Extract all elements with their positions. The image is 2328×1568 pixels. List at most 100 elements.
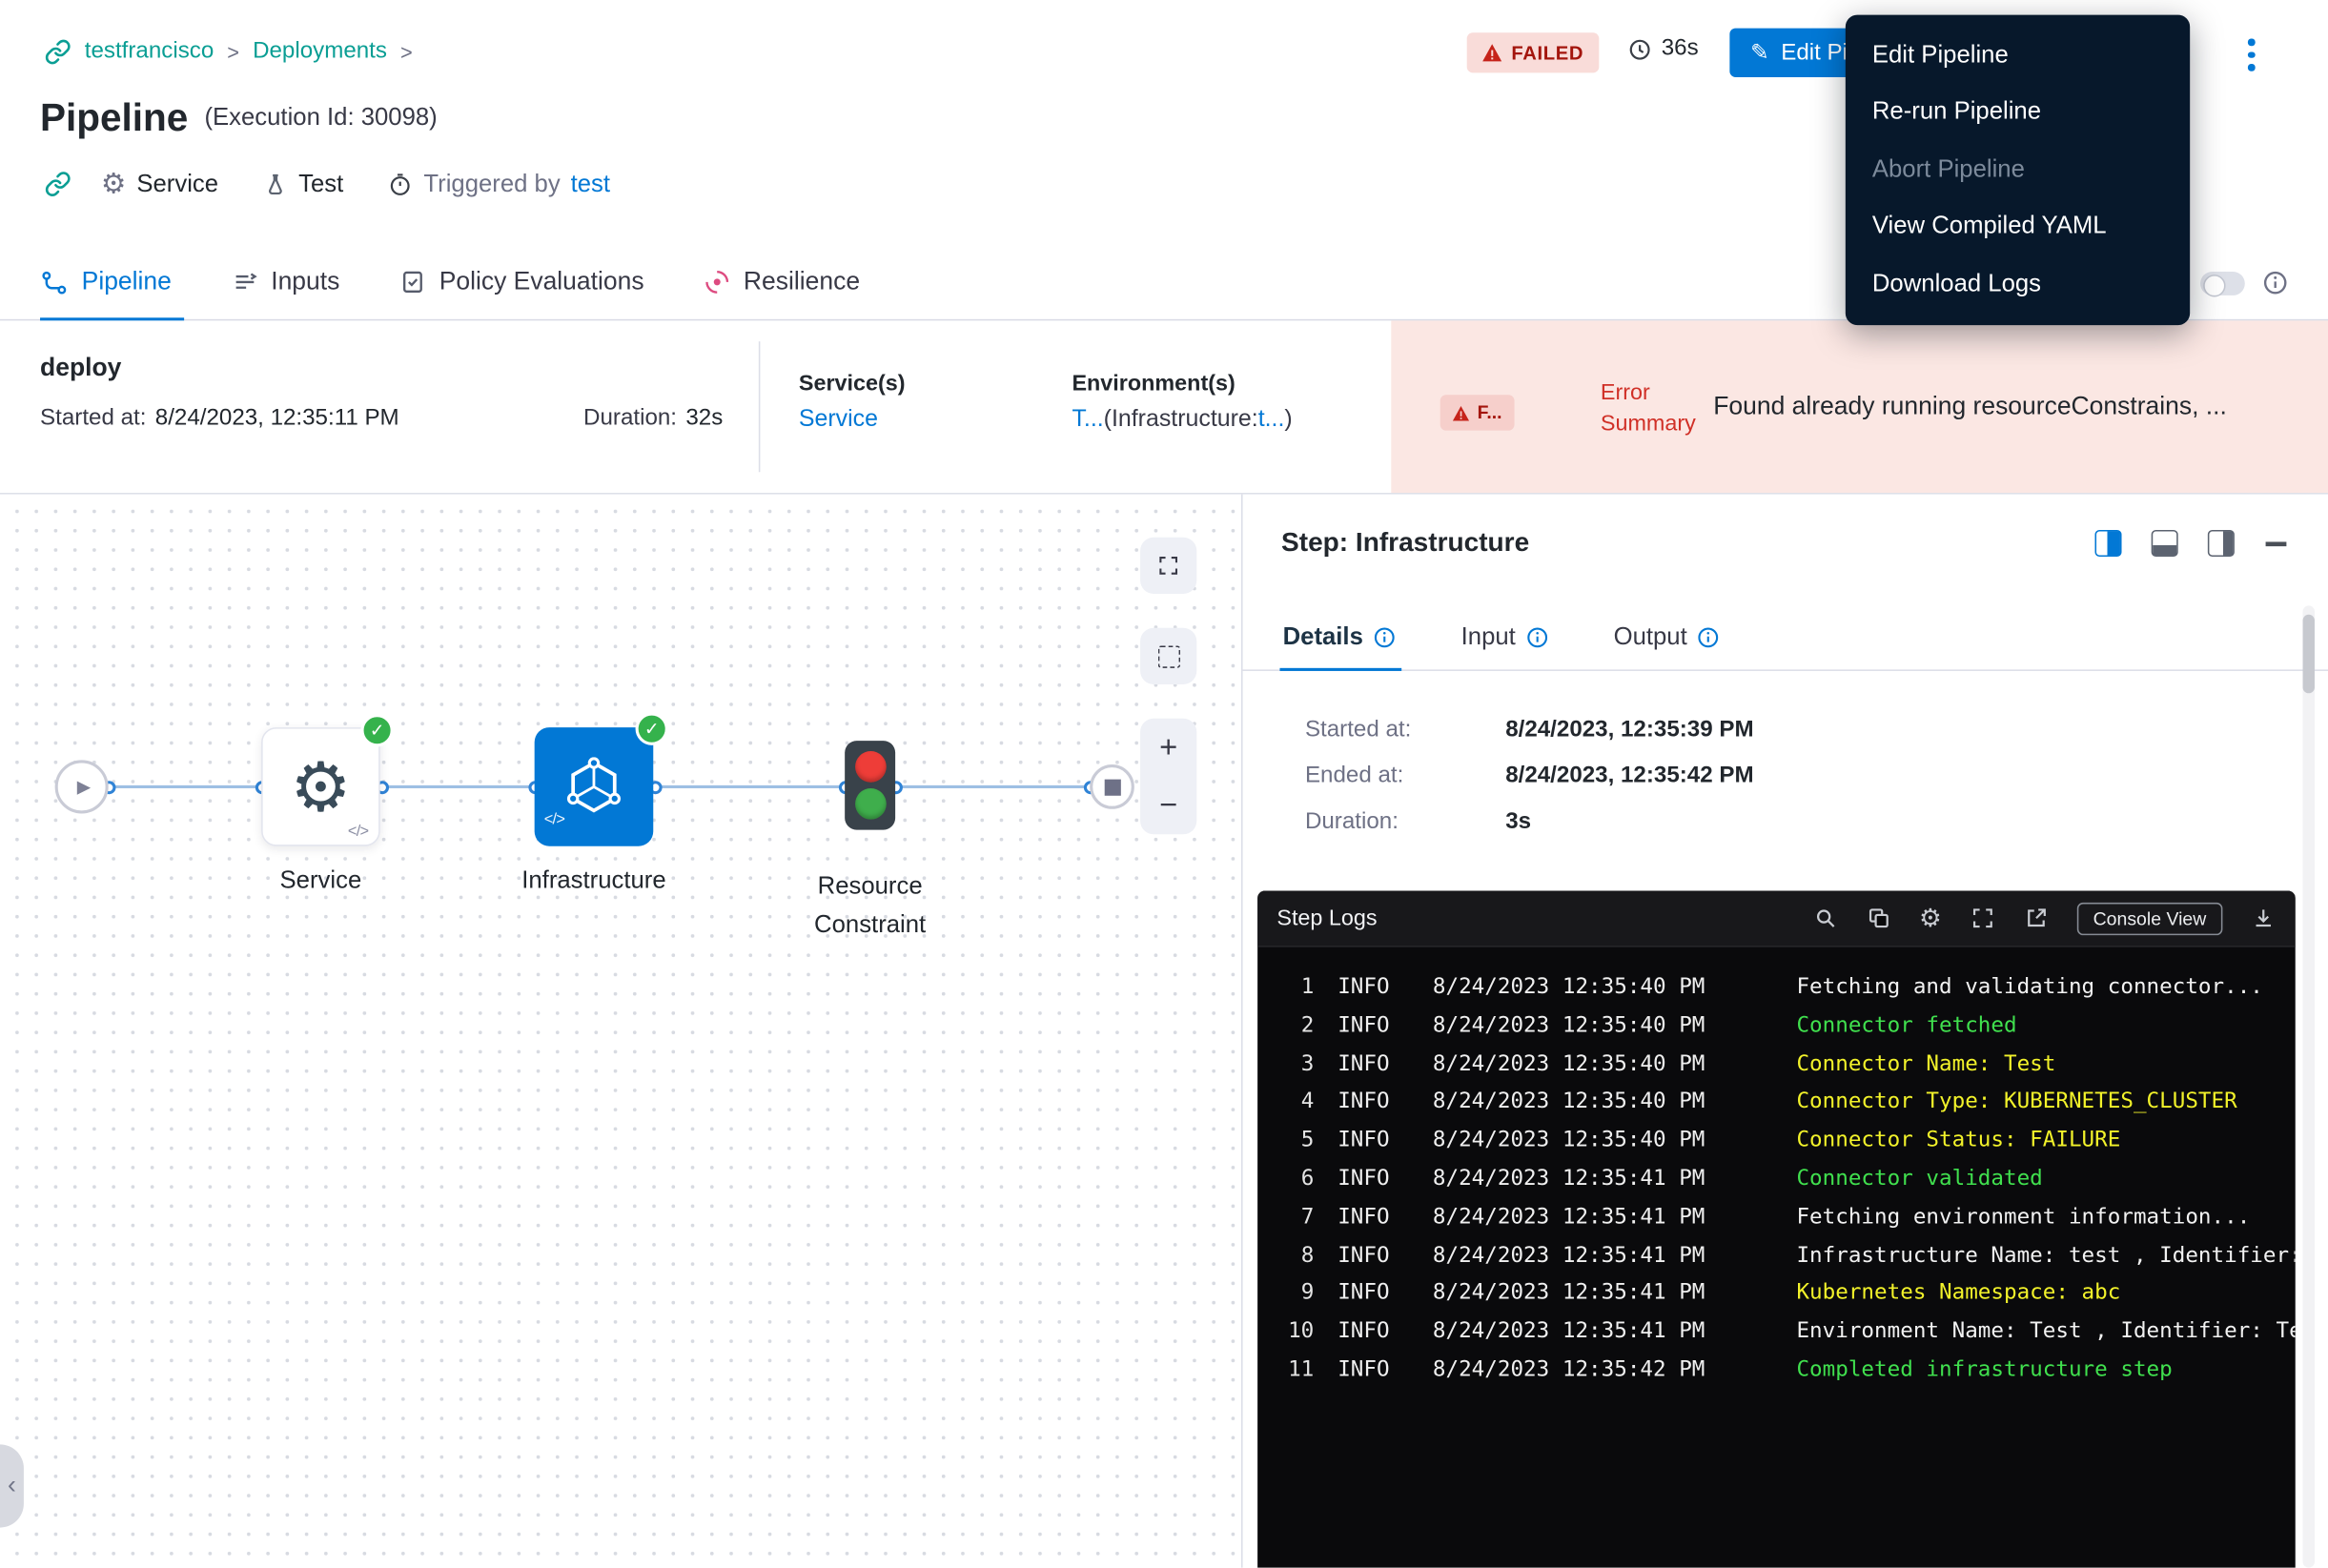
menu-item-rerun-pipeline[interactable]: Re-run Pipeline	[1846, 84, 2190, 141]
error-status-badge-label: F...	[1478, 402, 1502, 423]
service-step-icon	[290, 746, 351, 826]
log-line: 1INFO8/24/2023 12:35:40 PMFetching and v…	[1276, 969, 2295, 1008]
page-title: Pipeline	[40, 95, 188, 141]
test-label: Test	[298, 170, 343, 198]
info-icon[interactable]	[1374, 626, 1396, 648]
breadcrumb: testfrancisco > Deployments >	[45, 32, 413, 71]
context-menu: Edit Pipeline Re-run Pipeline Abort Pipe…	[1846, 15, 2190, 325]
canvas-marquee-select-button[interactable]	[1140, 628, 1196, 684]
page: testfrancisco > Deployments > FAILED 36s…	[0, 0, 2328, 1568]
infrastructure-link[interactable]: t...	[1258, 407, 1285, 432]
environments-column: Environment(s) T...(Infrastructure:t...)	[1072, 371, 1292, 433]
test-connector-icon	[263, 172, 288, 196]
pipeline-meta-row: Service Test Triggered by test	[45, 165, 610, 203]
clock-icon	[1627, 36, 1652, 61]
infrastructure-step-icon	[564, 757, 623, 816]
pipeline-tab-icon	[40, 268, 69, 296]
tab-pipeline-label: Pipeline	[82, 267, 172, 296]
console-view-button[interactable]: Console View	[2076, 902, 2222, 934]
breadcrumb-deployments-link[interactable]: Deployments	[253, 38, 387, 65]
step-logs-panel: Step Logs Console View 1I	[1257, 890, 2296, 1567]
info-icon[interactable]	[2262, 270, 2287, 295]
node-resource-constraint[interactable]	[845, 741, 895, 829]
info-icon[interactable]	[1698, 626, 1720, 648]
tab-output-label: Output	[1614, 623, 1687, 652]
more-options-menu-button[interactable]	[2239, 34, 2264, 75]
success-check-icon	[636, 713, 668, 745]
edge-connector	[655, 785, 845, 788]
copy-icon[interactable]	[1866, 906, 1890, 930]
trigger-timer-icon	[388, 172, 413, 196]
status-badge: FAILED	[1467, 32, 1599, 72]
triggered-by-value[interactable]: test	[571, 170, 610, 198]
status-badge-label: FAILED	[1511, 42, 1583, 64]
download-logs-icon[interactable]	[2251, 906, 2276, 930]
elapsed-time: 36s	[1627, 35, 1699, 62]
edit-pipeline-button-label: Edit Pi	[1781, 39, 1848, 66]
step-panel-title: Step: Infrastructure	[1281, 527, 1529, 559]
zoom-out-button[interactable]: −	[1140, 777, 1196, 835]
execution-id: (Execution Id: 30098)	[204, 104, 437, 132]
tab-inputs[interactable]: Inputs	[201, 245, 369, 319]
tab-policy-evaluations[interactable]: Policy Evaluations	[370, 245, 674, 319]
edge-connector	[895, 785, 1090, 788]
policy-evaluations-tab-icon	[399, 269, 426, 295]
resilience-tab-icon	[704, 269, 730, 295]
error-status-badge: F...	[1440, 395, 1514, 430]
tab-details[interactable]: Details	[1283, 605, 1397, 669]
info-icon[interactable]	[1526, 626, 1548, 648]
service-label: Service	[136, 170, 218, 198]
step-detail-panel: Step: Infrastructure Details Input Outpu…	[1241, 495, 2328, 1568]
tab-resilience-label: Resilience	[744, 267, 860, 296]
code-tag: </>	[544, 810, 576, 842]
tab-pipeline[interactable]: Pipeline	[40, 245, 201, 319]
layout-right-icon[interactable]	[2208, 530, 2235, 557]
menu-item-view-compiled-yaml[interactable]: View Compiled YAML	[1846, 198, 2190, 255]
gear-icon	[101, 168, 127, 200]
zoom-in-button[interactable]: +	[1140, 719, 1196, 777]
log-line: 10INFO8/24/2023 12:35:41 PMEnvironment N…	[1276, 1314, 2295, 1353]
harness-link-icon	[45, 38, 71, 65]
tab-input[interactable]: Input	[1461, 605, 1548, 669]
step-panel-tabs: Details Input Output	[1243, 605, 2328, 671]
pipeline-graph-canvas: </> Service </> Infrastructure Resource …	[0, 495, 1241, 1568]
error-summary-label: Error Summary	[1601, 377, 1713, 439]
services-label: Service(s)	[799, 371, 906, 396]
success-check-icon	[360, 714, 393, 746]
node-infrastructure[interactable]: </>	[535, 727, 654, 846]
step-logs-header: Step Logs Console View	[1257, 890, 2296, 947]
node-service[interactable]: </>	[261, 727, 380, 846]
open-external-icon[interactable]	[2023, 906, 2048, 930]
layout-bottom-icon[interactable]	[2152, 530, 2178, 557]
layout-split-right-icon[interactable]	[2094, 530, 2121, 557]
page-title-row: Pipeline (Execution Id: 30098)	[40, 95, 438, 141]
breadcrumb-project-link[interactable]: testfrancisco	[85, 38, 214, 65]
menu-item-download-logs[interactable]: Download Logs	[1846, 255, 2190, 313]
log-line: 11INFO8/24/2023 12:35:42 PMCompleted inf…	[1276, 1353, 2295, 1391]
step-logs-title: Step Logs	[1276, 906, 1377, 930]
search-icon[interactable]	[1812, 906, 1837, 930]
tab-policy-evaluations-label: Policy Evaluations	[439, 267, 644, 296]
node-infrastructure-label: Infrastructure	[490, 867, 698, 896]
log-line: 9INFO8/24/2023 12:35:41 PMKubernetes Nam…	[1276, 1275, 2295, 1313]
marquee-select-icon	[1157, 645, 1179, 667]
vertical-scrollbar	[2303, 605, 2315, 1567]
log-line: 5INFO8/24/2023 12:35:40 PMConnector Stat…	[1276, 1123, 2295, 1161]
scrollbar-thumb[interactable]	[2303, 615, 2315, 694]
minimize-panel-button[interactable]	[2266, 541, 2287, 545]
log-settings-gear-icon[interactable]	[1919, 904, 1942, 933]
view-toggle[interactable]	[2200, 272, 2245, 295]
environment-link[interactable]: T...	[1072, 407, 1103, 432]
stage-duration: Duration:32s	[583, 405, 723, 432]
tab-resilience[interactable]: Resilience	[674, 245, 890, 319]
service-link[interactable]: Service	[799, 407, 878, 432]
pencil-icon	[1750, 38, 1769, 67]
stage-name: deploy	[40, 354, 121, 383]
tab-output[interactable]: Output	[1614, 605, 1720, 669]
menu-item-edit-pipeline[interactable]: Edit Pipeline	[1846, 27, 2190, 84]
left-panel-collapse-handle[interactable]	[0, 1444, 24, 1527]
warning-icon	[1481, 43, 1502, 62]
expand-logs-icon[interactable]	[1970, 906, 1994, 930]
canvas-fullscreen-button[interactable]	[1140, 538, 1196, 594]
breadcrumb-separator: >	[400, 40, 413, 64]
